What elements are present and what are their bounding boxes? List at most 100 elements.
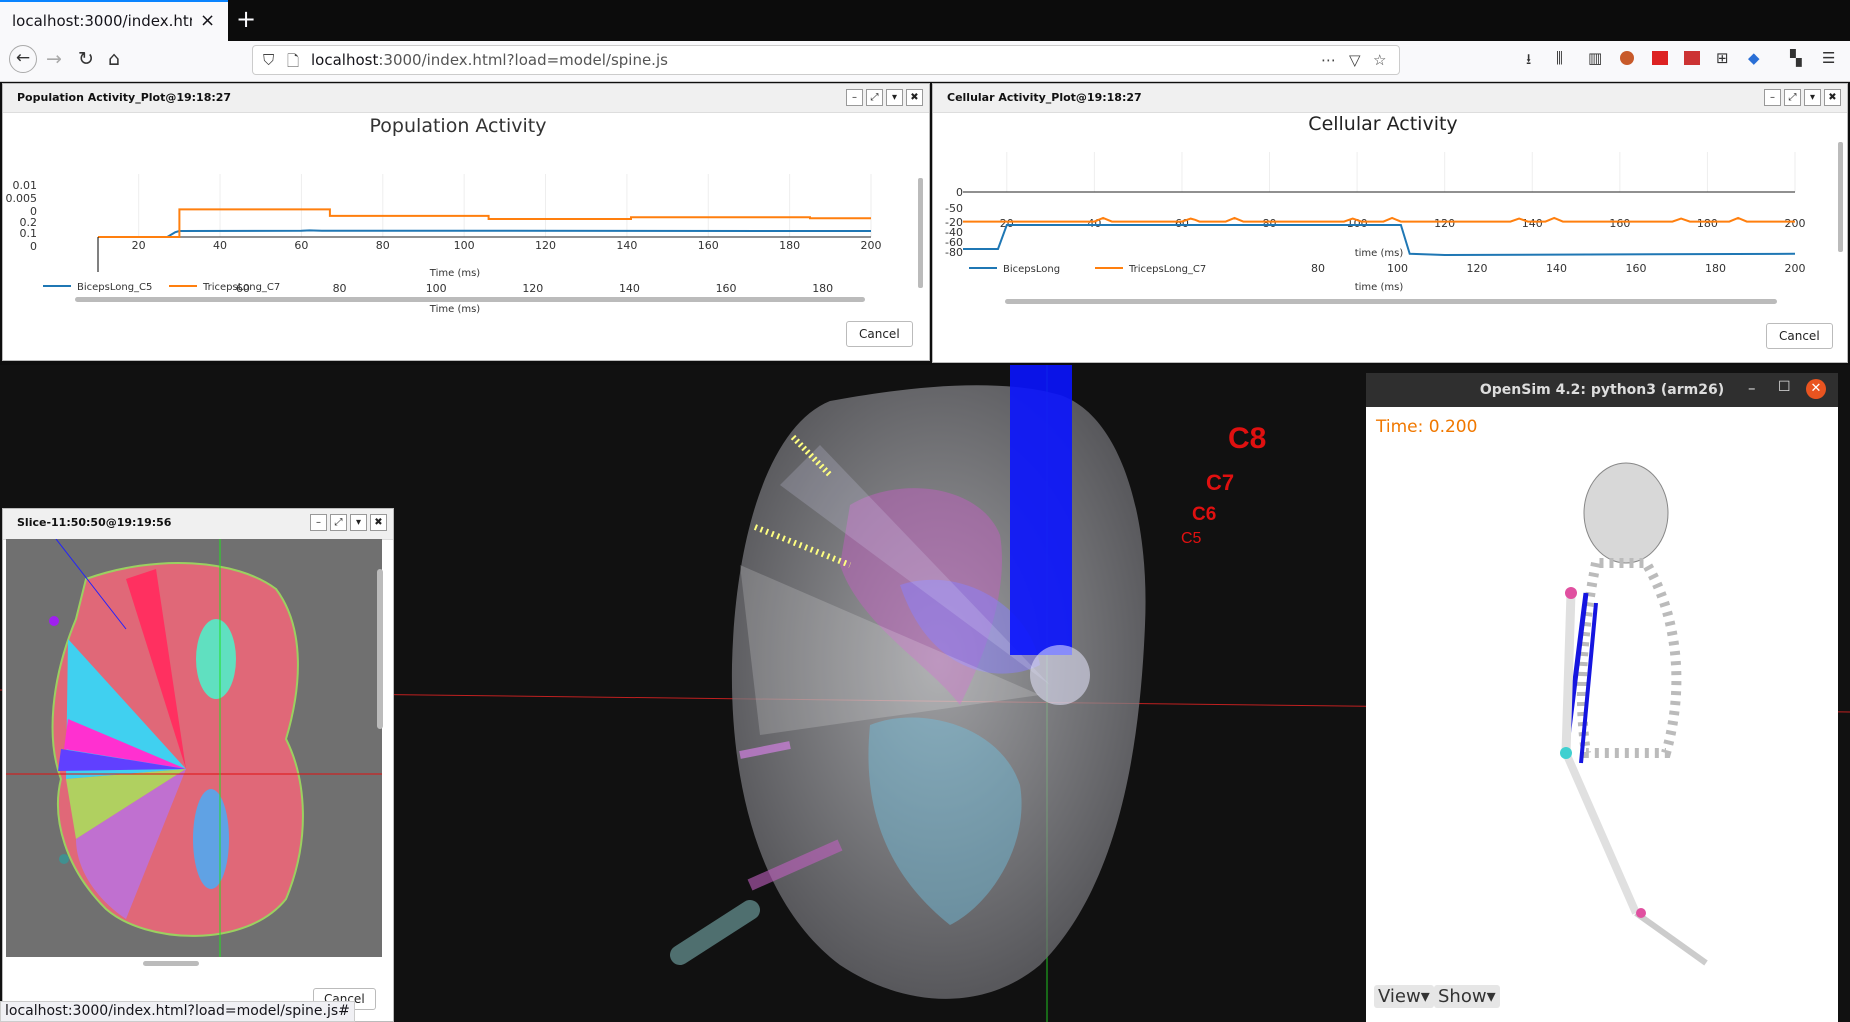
segment-label-c5: C5	[1181, 530, 1202, 547]
x-tick-label-bottom: 100	[426, 282, 447, 295]
horizontal-scrollbar[interactable]	[1005, 299, 1777, 304]
maximize-icon[interactable]: ☐	[1778, 379, 1791, 395]
x-tick-label: 180	[1697, 217, 1718, 230]
extension-grid-icon[interactable]: ⊞	[1716, 49, 1729, 67]
x-tick-label: 180	[779, 239, 800, 252]
close-icon[interactable]: ✕	[1806, 379, 1826, 399]
x-tick-label-bottom: 120	[522, 282, 543, 295]
menu-icon[interactable]: ☰	[1822, 49, 1835, 67]
x-tick-label-bottom: 120	[1467, 262, 1488, 275]
grid	[98, 174, 872, 238]
extension-shield-icon[interactable]: ◆	[1748, 49, 1760, 67]
minimize-icon[interactable]: –	[310, 514, 327, 531]
skeleton-model[interactable]	[1516, 453, 1816, 973]
close-icon[interactable]: ✖	[1824, 89, 1841, 106]
series-line-1	[98, 208, 871, 238]
shield-icon[interactable]: ⛉	[263, 51, 274, 69]
legend-label: TricepsLong_C7	[1128, 264, 1206, 275]
popout-icon[interactable]: ⤢	[330, 514, 347, 531]
horizontal-scrollbar[interactable]	[143, 961, 199, 966]
collapse-icon[interactable]: ▾	[886, 89, 903, 106]
browser-tab[interactable]: localhost:3000/index.html?l ×	[0, 0, 228, 41]
ribcage	[1576, 558, 1682, 758]
collapse-icon[interactable]: ▾	[1804, 89, 1821, 106]
close-icon[interactable]: ✖	[370, 514, 387, 531]
legend-label: BicepsLong	[1003, 264, 1060, 275]
x-tick-label: 200	[1785, 217, 1806, 230]
popout-icon[interactable]: ⤢	[1784, 89, 1801, 106]
cancel-button[interactable]: Cancel	[846, 321, 913, 347]
close-icon[interactable]: ✖	[906, 89, 923, 106]
x-tick-label: 40	[213, 239, 227, 252]
cellular-activity-panel: Cellular Activity_Plot@19:18:27 – ⤢ ▾ ✖ …	[932, 83, 1848, 363]
forearm	[1562, 751, 1640, 915]
legend: BicepsLong TricepsLong_C7	[969, 264, 1206, 275]
url-text[interactable]: localhost:3000/index.html?load=model/spi…	[311, 51, 668, 69]
downloads-icon[interactable]: ⭳	[1526, 49, 1531, 74]
popout-icon[interactable]: ⤢	[866, 89, 883, 106]
vertical-scrollbar[interactable]	[377, 569, 383, 729]
page-actions-icon[interactable]: ⋯	[1321, 51, 1336, 69]
hand	[1634, 910, 1708, 966]
avatar-icon[interactable]	[1620, 51, 1634, 65]
x-tick-label: 80	[1263, 217, 1277, 230]
extension-red-icon[interactable]	[1652, 51, 1668, 65]
pocket-icon[interactable]: ▽	[1349, 51, 1361, 69]
panel-title: Slice-11:50:50@19:19:56	[17, 516, 172, 529]
tab-strip	[0, 0, 1850, 41]
back-icon[interactable]: ←	[9, 45, 37, 73]
x-tick-label-bottom: 140	[619, 282, 640, 295]
x-axis-label-overlay: time (ms)	[1355, 248, 1404, 259]
y-ticks: 0-50-20-40-60-80	[945, 186, 963, 259]
y-tick-label: -50	[945, 202, 963, 215]
slice-region-dorsal	[196, 619, 236, 699]
x-tick-label: 140	[1522, 217, 1543, 230]
x-tick-label: 160	[1609, 217, 1630, 230]
reload-icon[interactable]: ↻	[78, 48, 94, 70]
home-icon[interactable]: ⌂	[108, 48, 120, 70]
series-line-0	[98, 229, 872, 238]
status-bar: localhost:3000/index.html?load=model/spi…	[0, 1001, 355, 1022]
x-tick-label-bottom: 160	[716, 282, 737, 295]
show-menu[interactable]: Show▾	[1434, 985, 1500, 1008]
series-lines	[98, 208, 872, 238]
x-tick-label: 60	[294, 239, 308, 252]
opensim-titlebar: OpenSim 4.2: python3 (arm26) – ☐ ✕	[1366, 373, 1838, 407]
new-tab-button[interactable]: +	[236, 5, 256, 33]
x-axis-label-overlay: Time (ms)	[429, 268, 481, 279]
library-icon[interactable]: ⫼	[1556, 49, 1563, 67]
x-axis-label: time (ms)	[1355, 282, 1404, 293]
collapse-icon[interactable]: ▾	[350, 514, 367, 531]
forward-icon[interactable]: →	[46, 48, 62, 70]
y-tick-label: 0	[30, 240, 37, 253]
x-tick-label: 120	[535, 239, 556, 252]
skull	[1583, 462, 1669, 564]
x-tick-label: 20	[1000, 217, 1014, 230]
sidebar-icon[interactable]: ▥	[1588, 49, 1602, 67]
extensions-icon[interactable]: ▚	[1790, 49, 1802, 67]
x-axis-label: Time (ms)	[429, 304, 481, 315]
time-value: 0.200	[1428, 417, 1478, 437]
opensim-window: OpenSim 4.2: python3 (arm26) – ☐ ✕ Time:…	[1366, 373, 1838, 1022]
minimize-icon[interactable]: –	[1764, 89, 1781, 106]
panel-title: Cellular Activity_Plot@19:18:27	[947, 91, 1142, 104]
horizontal-scrollbar[interactable]	[75, 297, 865, 302]
x-tick-label-bottom: 140	[1546, 262, 1567, 275]
minimize-icon[interactable]: –	[1748, 379, 1756, 397]
x-tick-label: 100	[454, 239, 475, 252]
slice-image[interactable]	[6, 539, 382, 957]
view-menu[interactable]: View▾	[1374, 985, 1434, 1008]
url-host: localhost	[311, 51, 379, 69]
cancel-button[interactable]: Cancel	[1766, 323, 1833, 349]
extension-pdf-icon[interactable]	[1684, 51, 1700, 65]
x-tick-label-bottom: 180	[1705, 262, 1726, 275]
tab-close-icon[interactable]: ×	[200, 10, 215, 31]
bookmark-star-icon[interactable]: ☆	[1373, 51, 1386, 69]
minimize-icon[interactable]: –	[846, 89, 863, 106]
url-bar[interactable]: ⛉ 🗋 localhost:3000/index.html?load=model…	[252, 45, 1400, 75]
x-tick-label: 120	[1434, 217, 1455, 230]
page-icon[interactable]: 🗋	[287, 51, 299, 76]
x-tick-label-bottom: 80	[333, 282, 347, 295]
segment-label-c8: C8	[1228, 422, 1267, 455]
segment-label-c6: C6	[1192, 504, 1217, 525]
